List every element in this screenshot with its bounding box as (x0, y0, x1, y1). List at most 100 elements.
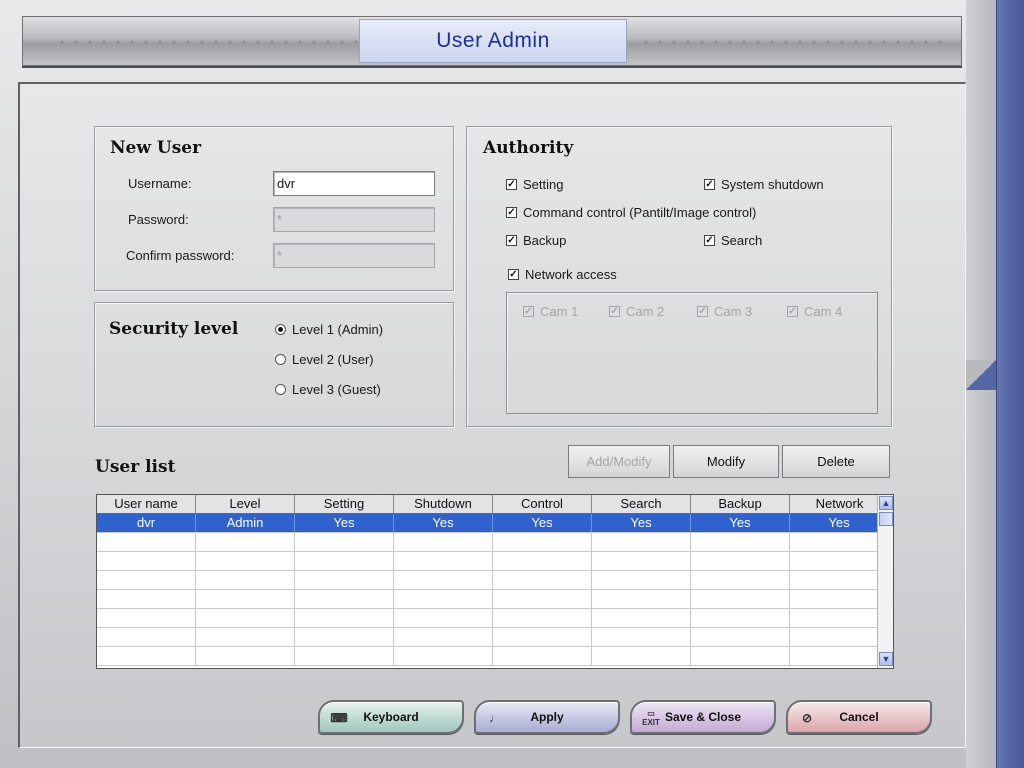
radio-level-1-admin[interactable]: Level 1 (Admin) (275, 322, 383, 337)
checkbox-box: ✓ (704, 235, 715, 246)
save-close-button[interactable]: ▭ EXIT Save & Close (630, 700, 776, 734)
username-label: Username: (128, 176, 192, 191)
checkbox-label: Network access (525, 267, 617, 282)
checkbox-box: ✓ (523, 306, 534, 317)
table-row-empty[interactable] (97, 552, 893, 571)
right-bevel (996, 0, 1024, 768)
table-cell: Yes (691, 514, 790, 532)
radio-dot (275, 354, 286, 365)
new-user-heading: New User (110, 138, 202, 158)
checkbox-cam-3[interactable]: ✓ Cam 3 (697, 304, 752, 319)
table-row-empty[interactable] (97, 571, 893, 590)
checkbox-setting[interactable]: ✓ Setting (506, 177, 563, 192)
checkbox-label: Search (721, 233, 763, 248)
checkbox-label: Cam 3 (714, 304, 753, 319)
cancel-icon: ⊘ (801, 711, 813, 725)
checkbox-box: ✓ (787, 306, 798, 317)
add-modify-button[interactable]: Add/Modify (568, 445, 670, 478)
title-bar: User Admin (22, 16, 962, 66)
checkbox-box: ✓ (506, 235, 517, 246)
modify-button[interactable]: Modify (673, 445, 779, 478)
checkbox-label: Cam 2 (626, 304, 665, 319)
apply-button[interactable]: ♩ Apply (474, 700, 620, 734)
table-header: User name Level Setting Shutdown Control… (97, 495, 893, 514)
column-header-backup[interactable]: Backup (691, 495, 790, 513)
checkbox-search[interactable]: ✓ Search (704, 233, 762, 248)
table-row-empty[interactable] (97, 590, 893, 609)
checkbox-cam-2[interactable]: ✓ Cam 2 (609, 304, 664, 319)
column-header-search[interactable]: Search (592, 495, 691, 513)
table-row-empty[interactable] (97, 533, 893, 552)
table-row[interactable]: dvr Admin Yes Yes Yes Yes Yes Yes (97, 514, 893, 533)
checkbox-box: ✓ (508, 269, 519, 280)
main-panel: New User Username: dvr Password: * Confi… (18, 82, 966, 748)
right-frame-notch (966, 360, 996, 390)
column-header-control[interactable]: Control (493, 495, 592, 513)
user-list-heading: User list (95, 457, 176, 477)
password-input[interactable]: * (273, 207, 435, 232)
checkbox-command-control[interactable]: ✓ Command control (Pantilt/Image control… (506, 205, 756, 220)
security-level-heading: Security level (109, 319, 239, 339)
checkbox-box: ✓ (506, 207, 517, 218)
title-bar-dots-left (55, 37, 367, 47)
table-cell: Yes (790, 514, 889, 532)
table-cell: Yes (394, 514, 493, 532)
table-row-empty[interactable] (97, 647, 893, 666)
radio-level-2-user[interactable]: Level 2 (User) (275, 352, 374, 367)
exit-icon: ▭ EXIT (642, 709, 660, 727)
title-bar-dots-right (639, 37, 951, 47)
column-header-user-name[interactable]: User name (97, 495, 196, 513)
column-header-shutdown[interactable]: Shutdown (394, 495, 493, 513)
column-header-level[interactable]: Level (196, 495, 295, 513)
scroll-down-icon[interactable]: ▼ (879, 652, 893, 666)
window-title: User Admin (359, 19, 627, 63)
column-header-setting[interactable]: Setting (295, 495, 394, 513)
scroll-up-icon[interactable]: ▲ (879, 496, 893, 510)
radio-label: Level 2 (User) (292, 352, 374, 367)
apply-icon: ♩ (489, 711, 501, 725)
user-table: User name Level Setting Shutdown Control… (96, 494, 894, 669)
authority-heading: Authority (483, 138, 574, 158)
confirm-password-input[interactable]: * (273, 243, 435, 268)
table-cell: Yes (592, 514, 691, 532)
checkbox-cam-4[interactable]: ✓ Cam 4 (787, 304, 842, 319)
apply-button-label: Apply (530, 710, 564, 724)
save-close-button-label: Save & Close (664, 710, 742, 724)
checkbox-box: ✓ (704, 179, 715, 190)
checkbox-label: Setting (523, 177, 564, 192)
keyboard-icon: ⌨ (330, 711, 348, 725)
cancel-button-label: Cancel (839, 710, 879, 724)
checkbox-box: ✓ (506, 179, 517, 190)
table-cell: Admin (196, 514, 295, 532)
checkbox-network-access[interactable]: ✓ Network access (508, 267, 617, 282)
radio-label: Level 1 (Admin) (292, 322, 384, 337)
checkbox-cam-1[interactable]: ✓ Cam 1 (523, 304, 578, 319)
confirm-password-label: Confirm password: (126, 248, 235, 263)
checkbox-box: ✓ (697, 306, 708, 317)
password-label: Password: (128, 212, 189, 227)
table-cell: Yes (493, 514, 592, 532)
table-row-empty[interactable] (97, 609, 893, 628)
table-scrollbar[interactable]: ▲ ▼ (877, 495, 893, 668)
table-cell: Yes (295, 514, 394, 532)
radio-dot (275, 324, 286, 335)
keyboard-button[interactable]: ⌨ Keyboard (318, 700, 464, 734)
radio-dot (275, 384, 286, 395)
checkbox-label: Backup (523, 233, 567, 248)
radio-label: Level 3 (Guest) (292, 382, 381, 397)
delete-button[interactable]: Delete (782, 445, 890, 478)
username-input[interactable]: dvr (273, 171, 435, 196)
checkbox-label: Command control (Pantilt/Image control) (523, 205, 757, 220)
radio-level-3-guest[interactable]: Level 3 (Guest) (275, 382, 381, 397)
keyboard-button-label: Keyboard (363, 710, 419, 724)
scroll-thumb[interactable] (879, 512, 893, 526)
checkbox-box: ✓ (609, 306, 620, 317)
checkbox-backup[interactable]: ✓ Backup (506, 233, 566, 248)
table-cell: dvr (97, 514, 196, 532)
checkbox-system-shutdown[interactable]: ✓ System shutdown (704, 177, 824, 192)
checkbox-label: Cam 4 (804, 304, 843, 319)
cancel-button[interactable]: ⊘ Cancel (786, 700, 932, 734)
column-header-network[interactable]: Network (790, 495, 889, 513)
checkbox-label: System shutdown (721, 177, 824, 192)
table-row-empty[interactable] (97, 628, 893, 647)
